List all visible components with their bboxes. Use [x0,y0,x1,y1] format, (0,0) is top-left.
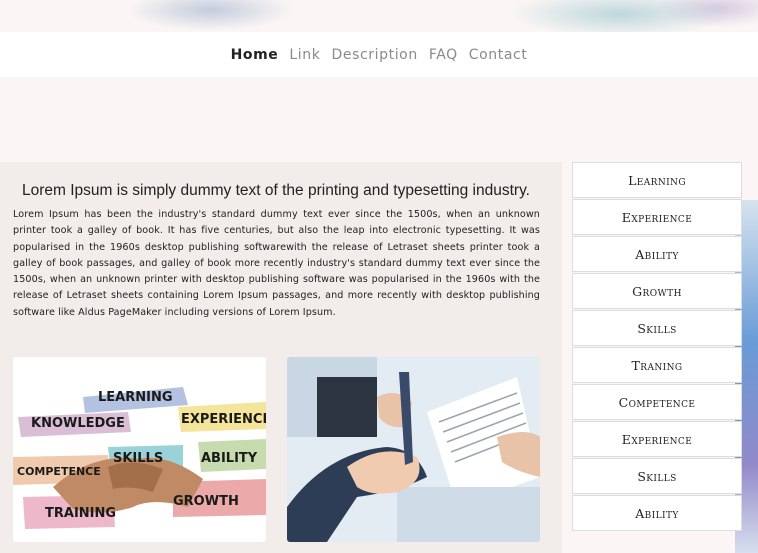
sidebar-item-growth[interactable]: Growth [572,273,742,309]
word-learning: LEARNING [98,390,173,405]
main-content: Lorem Ipsum is simply dummy text of the … [0,162,562,553]
nav-description-link[interactable]: Description [331,46,417,63]
sidebar-item-experience-2[interactable]: Experience [572,421,742,457]
skills-words-image: LEARNING KNOWLEDGE EXPERIENCE SKILLS ABI… [13,357,266,542]
word-experience: EXPERIENCE [181,412,266,427]
word-knowledge: KNOWLEDGE [31,416,125,431]
nav-link-link[interactable]: Link [289,46,320,63]
word-training: TRAINING [45,506,116,521]
sidebar-item-experience[interactable]: Experience [572,199,742,235]
page-headline: Lorem Ipsum is simply dummy text of the … [22,182,530,199]
sidebar-item-competence[interactable]: Competence [572,384,742,420]
sidebar-item-ability-2[interactable]: Ability [572,495,742,531]
sidebar-menu: Learning Experience Ability Growth Skill… [572,162,742,532]
sidebar-item-learning[interactable]: Learning [572,162,742,198]
sidebar-item-skills[interactable]: Skills [572,310,742,346]
sidebar-item-skills-2[interactable]: Skills [572,458,742,494]
word-skills: SKILLS [113,451,163,466]
sidebar-item-ability[interactable]: Ability [572,236,742,272]
nav-contact-link[interactable]: Contact [469,46,528,63]
nav-home-link[interactable]: Home [231,46,279,63]
top-navbar: Home Link Description FAQ Contact [0,32,758,77]
business-handshake-photo [287,357,540,542]
nav-faq-link[interactable]: FAQ [429,46,458,63]
word-competence: COMPETENCE [17,465,101,478]
sidebar-item-traning[interactable]: Traning [572,347,742,383]
body-paragraph: Lorem Ipsum has been the industry's stan… [13,209,540,318]
word-ability: ABILITY [201,451,258,466]
watercolor-top-decoration [0,0,758,32]
word-growth: GROWTH [173,494,239,509]
